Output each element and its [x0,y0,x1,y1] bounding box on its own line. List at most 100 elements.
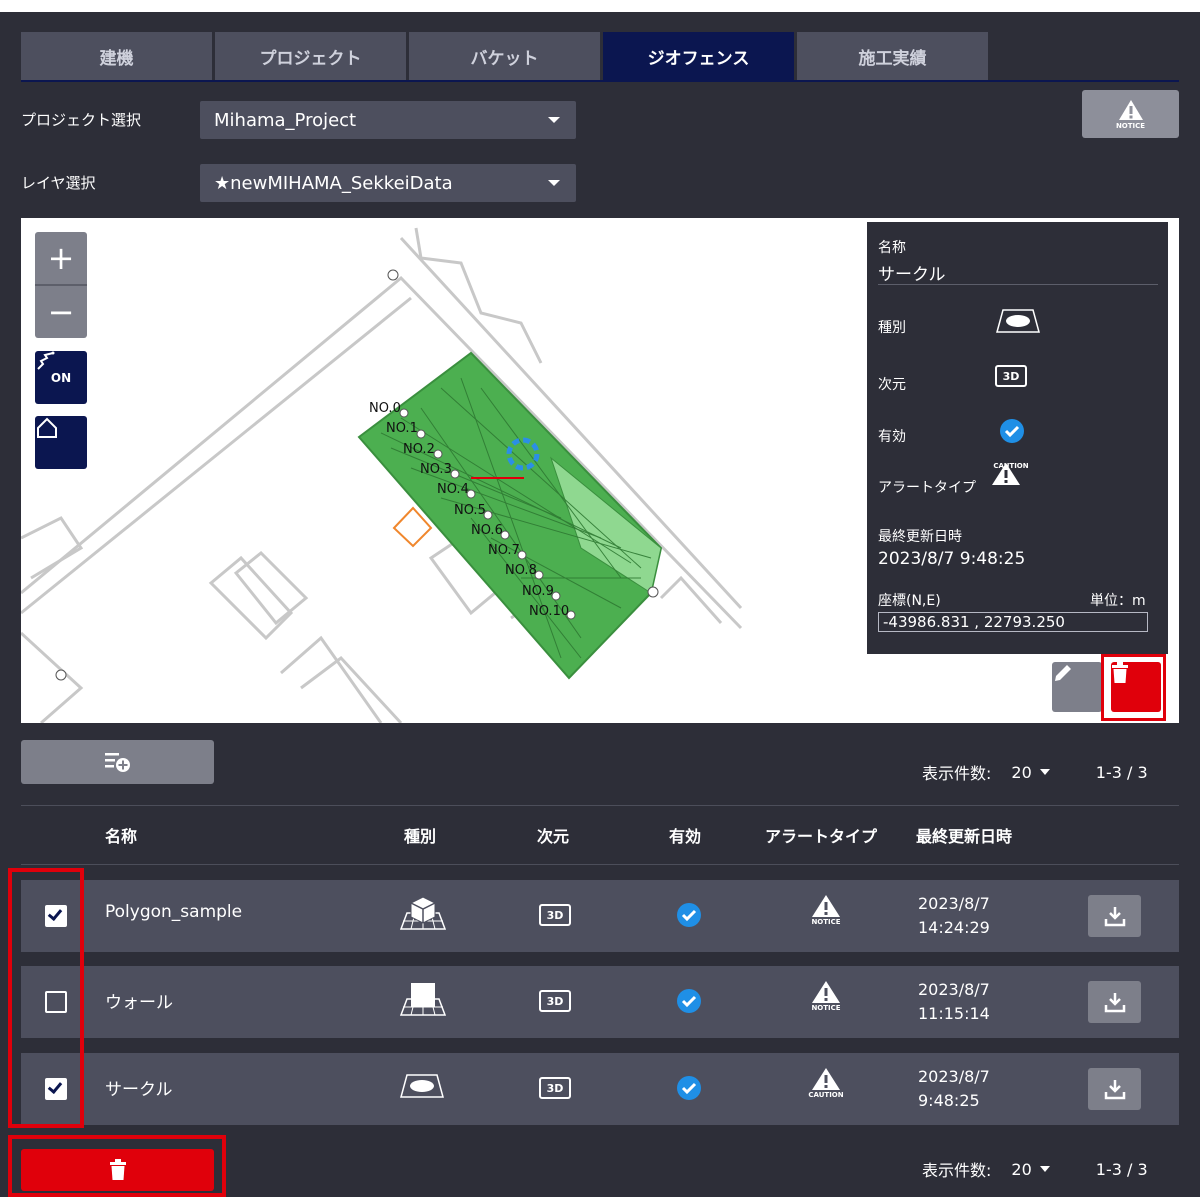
home-icon [37,417,57,438]
chevron-down-icon [548,180,560,186]
tab-underline [21,80,1179,82]
snap-icon [37,351,55,370]
row-date: 2023/8/7 [918,1067,990,1086]
row-date: 2023/8/7 [918,894,990,913]
notice-warning-icon [812,981,840,1003]
tab-machines[interactable]: 建機 [21,32,212,80]
caution-warning-icon [992,463,1020,485]
station-label: NO.5 [454,503,486,518]
col-dimension: 次元 [537,827,570,846]
layer-select-label: レイヤ選択 [21,174,96,192]
zoom-out-button[interactable]: − [35,286,87,338]
download-button[interactable] [1088,1068,1141,1110]
trash-icon [1112,662,1128,683]
row-date: 2023/8/7 [918,980,990,999]
station-label: NO.1 [386,421,418,436]
bulk-delete-button[interactable] [21,1149,214,1191]
station-label: NO.6 [471,523,503,538]
row-time: 11:15:14 [918,1004,990,1023]
pager-top: 表示件数: 20 1-3 / 3 [922,760,1148,784]
add-geofence-button[interactable] [21,740,214,784]
page-size-value[interactable]: 20 [1011,763,1031,782]
page-size-label: 表示件数: [922,764,992,783]
tab-construction-results[interactable]: 施工実績 [797,32,988,80]
name-label: 名称 [878,240,906,256]
row-time: 9:48:25 [918,1091,980,1110]
edit-button[interactable] [1052,662,1102,712]
col-updated: 最終更新日時 [916,827,1013,846]
chevron-down-icon[interactable] [1039,769,1050,775]
project-select-value: Mihama_Project [214,109,357,131]
geofence-info-panel: 名称 サークル 種別 次元 3D 有効 アラートタイプ CAUTION 最終更新… [867,222,1168,654]
circle-icon [400,1074,444,1098]
map-view[interactable]: NO.0 NO.1 NO.2 NO.3 NO.4 NO.5 NO.6 NO.7 … [21,218,1179,723]
tab-projects[interactable]: プロジェクト [215,32,406,80]
enabled-check-icon [677,989,701,1013]
main-tabs: 建機 プロジェクト バケット ジオフェンス 施工実績 [21,32,988,80]
updated-label: 最終更新日時 [878,529,962,545]
row-updated: 2023/8/7 14:24:29 [918,892,990,940]
layer-select[interactable]: ★newMIHAMA_SekkeiData [200,164,576,202]
enabled-label: 有効 [878,429,906,445]
coord-label: 座標(N,E) [878,593,941,609]
col-type: 種別 [404,827,437,846]
notice-warning-icon [1118,99,1143,120]
col-enabled: 有効 [669,827,702,846]
row-time: 14:24:29 [918,918,990,937]
divider [878,284,1158,285]
divider [21,805,1179,806]
table-row: ウォール 3D NOTICE 2023/8/7 11:15:14 [21,966,1179,1038]
notice-icon: NOTICE [806,894,846,926]
table-row: Polygon_sample 3D NOTICE 2023/8/7 14:24:… [21,880,1179,952]
download-button[interactable] [1088,895,1141,937]
station-label: NO.3 [420,462,452,477]
chevron-down-icon[interactable] [1039,1166,1050,1172]
notice-warning-icon [812,895,840,917]
col-name: 名称 [105,827,138,846]
page-size-value[interactable]: 20 [1011,1160,1031,1179]
dimension-badge: 3D [539,904,571,926]
notice-button[interactable]: NOTICE [1082,90,1179,138]
updated-value: 2023/8/7 9:48:25 [878,549,1026,569]
unit-label: 単位：m [1090,593,1146,609]
station-label: NO.10 [529,604,569,619]
wall-icon [399,983,447,1016]
name-value: サークル [878,265,946,285]
download-button[interactable] [1088,981,1141,1023]
delete-button[interactable] [1111,662,1161,712]
download-icon [1104,993,1125,1013]
top-strip [0,0,1200,12]
alert-caption: NOTICE [811,918,841,926]
notice-icon: NOTICE [806,980,846,1012]
tab-buckets[interactable]: バケット [409,32,600,80]
enabled-check-icon [1000,419,1024,443]
station-label: NO.2 [403,442,435,457]
row-name: Polygon_sample [105,902,243,922]
caution-warning-icon [812,1068,840,1090]
download-icon [1104,907,1125,927]
tab-geofence[interactable]: ジオフェンス [603,32,794,80]
project-select-label: プロジェクト選択 [21,111,142,129]
coord-field[interactable]: -43986.831 , 22793.250 [878,612,1148,632]
row-name: サークル [105,1080,173,1100]
circle-icon [996,309,1040,333]
project-select[interactable]: Mihama_Project [200,101,576,139]
page-size-label: 表示件数: [922,1161,992,1180]
enabled-check-icon [677,903,701,927]
dimension-label: 次元 [878,377,906,393]
row-updated: 2023/8/7 11:15:14 [918,978,990,1026]
add-list-icon [104,753,130,772]
download-icon [1104,1080,1125,1100]
layer-select-value: ★newMIHAMA_SekkeiData [214,172,453,194]
home-button[interactable] [35,416,87,469]
chevron-down-icon [548,117,560,123]
row-name: ウォール [105,993,173,1013]
zoom-in-button[interactable]: + [35,232,87,284]
alert-caption: CAUTION [808,1091,844,1099]
station-label: NO.7 [488,543,520,558]
trash-icon [109,1159,126,1180]
caution-icon: CAUTION [991,462,1031,485]
snap-toggle-button[interactable]: ON [35,351,87,404]
type-label: 種別 [878,320,906,336]
pencil-icon [1055,665,1071,681]
